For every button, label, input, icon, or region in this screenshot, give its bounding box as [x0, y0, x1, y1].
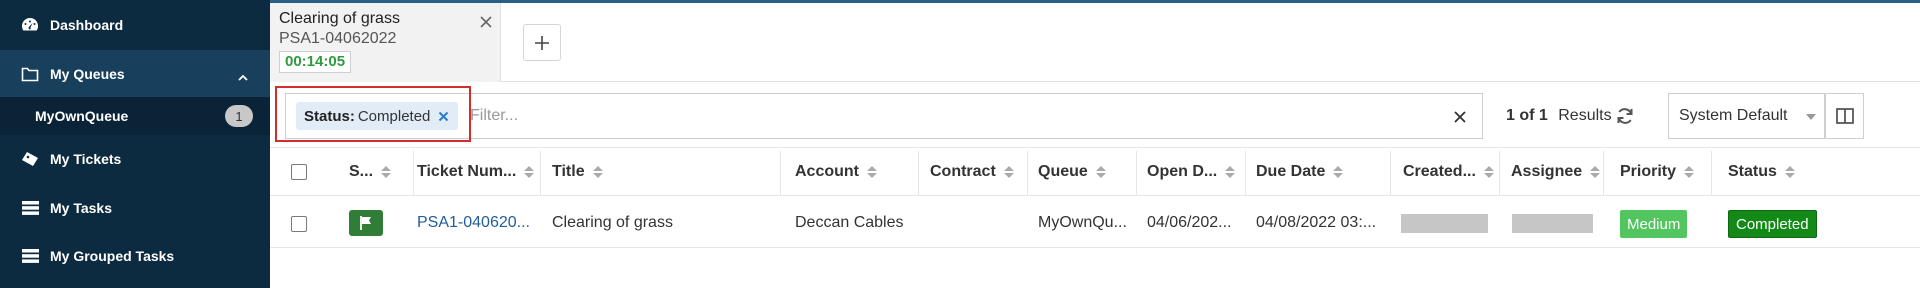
sidebar-item-my-grouped-tasks[interactable]: My Grouped Tasks: [0, 232, 270, 280]
sidebar-item-my-tickets[interactable]: My Tickets: [0, 135, 270, 183]
sidebar-item-dashboard[interactable]: Dashboard: [0, 1, 270, 49]
status-badge: Completed: [1728, 210, 1817, 238]
flag-button[interactable]: [349, 210, 383, 236]
clear-filter-icon[interactable]: [1451, 108, 1469, 126]
view-select[interactable]: System Default: [1668, 93, 1825, 139]
flag-icon: [360, 216, 371, 230]
table-top-border: [270, 147, 1920, 148]
column-divider: [1390, 151, 1391, 195]
cell-assignee-redacted: [1512, 214, 1593, 233]
col-header-priority[interactable]: Priority: [1620, 163, 1695, 181]
sort-icon: [1483, 166, 1494, 178]
column-divider: [1245, 151, 1246, 195]
column-divider: [1027, 151, 1028, 195]
column-divider: [780, 151, 781, 195]
col-header-queue[interactable]: Queue: [1038, 163, 1106, 181]
column-divider: [413, 151, 414, 195]
col-header-s[interactable]: S...: [349, 163, 392, 181]
col-header-assignee[interactable]: Assignee: [1511, 163, 1601, 181]
queue-count-badge: 1: [225, 105, 253, 127]
chevron-down-icon: [1806, 114, 1816, 120]
column-divider: [1136, 151, 1137, 195]
priority-badge: Medium: [1620, 210, 1688, 238]
row-bottom-border: [270, 247, 1920, 248]
sidebar-item-my-queues[interactable]: My Queues: [0, 50, 270, 98]
tickets-icon: [20, 149, 40, 169]
plus-icon: [535, 35, 549, 50]
sidebar-item-label: Dashboard: [50, 17, 124, 33]
col-header-ticket-number[interactable]: Ticket Num...: [417, 163, 535, 181]
sidebar-item-label: My Tasks: [50, 200, 112, 216]
close-icon[interactable]: [477, 13, 495, 31]
results-count: 1 of 1 Results: [1506, 107, 1612, 125]
sidebar-subitem-myownqueue[interactable]: MyOwnQueue 1: [0, 97, 270, 135]
results-label: Results: [1558, 107, 1612, 124]
col-header-contract[interactable]: Contract: [930, 163, 1014, 181]
sidebar-item-my-tasks[interactable]: My Tasks: [0, 184, 270, 232]
folder-icon: [20, 64, 40, 84]
sort-icon: [1590, 166, 1601, 178]
sort-icon: [1684, 166, 1695, 178]
header-bottom-border: [270, 195, 1920, 196]
column-divider: [1711, 151, 1712, 195]
grouped-tasks-icon: [20, 246, 40, 266]
dashboard-icon: [20, 15, 40, 35]
cell-open-date: 04/06/202...: [1147, 214, 1232, 231]
sort-icon: [1095, 166, 1106, 178]
main-content: Clearing of grass PSA1-04062022 00:14:05…: [270, 3, 1920, 288]
status-filter-chip[interactable]: Status: Completed: [296, 102, 459, 130]
column-divider: [918, 151, 919, 195]
app-window: Dashboard My Queues MyOwnQueue 1 My Tick…: [0, 0, 1920, 288]
column-divider: [540, 151, 541, 195]
remove-chip-icon[interactable]: [436, 109, 450, 123]
col-header-account[interactable]: Account: [795, 163, 877, 181]
sidebar-subitem-label: MyOwnQueue: [35, 108, 129, 124]
cell-created-redacted: [1401, 214, 1488, 233]
column-divider: [1603, 151, 1604, 195]
chip-value: Completed: [357, 107, 431, 125]
cell-account: Deccan Cables: [795, 214, 904, 231]
tab-bar: Clearing of grass PSA1-04062022 00:14:05: [270, 3, 1920, 82]
cell-title: Clearing of grass: [552, 214, 673, 231]
row-checkbox[interactable]: [291, 216, 307, 232]
view-select-value: System Default: [1679, 107, 1788, 124]
tab-title: Clearing of grass: [279, 10, 400, 27]
columns-toggle-button[interactable]: [1825, 93, 1864, 139]
sidebar: Dashboard My Queues MyOwnQueue 1 My Tick…: [0, 0, 270, 288]
chip-key: Status:: [304, 107, 355, 125]
sort-icon: [381, 166, 392, 178]
tab-ticket-id: PSA1-04062022: [279, 30, 397, 47]
sidebar-item-label: My Tickets: [50, 151, 122, 167]
tab-ticket[interactable]: Clearing of grass PSA1-04062022 00:14:05: [270, 3, 501, 82]
ticket-number-link[interactable]: PSA1-040620...: [417, 214, 530, 232]
sort-icon: [867, 166, 877, 178]
select-all-checkbox[interactable]: [291, 164, 307, 180]
sort-icon: [1784, 166, 1795, 178]
refresh-icon[interactable]: [1615, 106, 1635, 126]
col-header-due-date[interactable]: Due Date: [1256, 163, 1344, 181]
chevron-up-icon[interactable]: [238, 68, 248, 84]
cell-due-date: 04/08/2022 03:...: [1256, 214, 1377, 231]
sort-icon: [592, 166, 603, 178]
results-range: 1 of 1: [1506, 107, 1548, 124]
filter-input[interactable]: [470, 102, 1070, 130]
sort-icon: [1333, 166, 1344, 178]
col-header-status[interactable]: Status: [1728, 163, 1795, 181]
sort-icon: [524, 166, 535, 178]
sort-icon: [1003, 166, 1014, 178]
tasks-icon: [20, 198, 40, 218]
column-divider: [1499, 151, 1500, 195]
ticket-timer: 00:14:05: [279, 51, 352, 73]
sort-icon: [1225, 166, 1236, 178]
sidebar-item-label: My Grouped Tasks: [50, 248, 175, 264]
col-header-created[interactable]: Created...: [1403, 163, 1494, 181]
add-tab-button[interactable]: [523, 24, 561, 61]
sidebar-item-label: My Queues: [50, 66, 125, 82]
cell-queue: MyOwnQu...: [1038, 214, 1127, 231]
col-header-open-date[interactable]: Open D...: [1147, 163, 1236, 181]
col-header-title[interactable]: Title: [552, 163, 603, 181]
columns-icon: [1835, 108, 1854, 124]
